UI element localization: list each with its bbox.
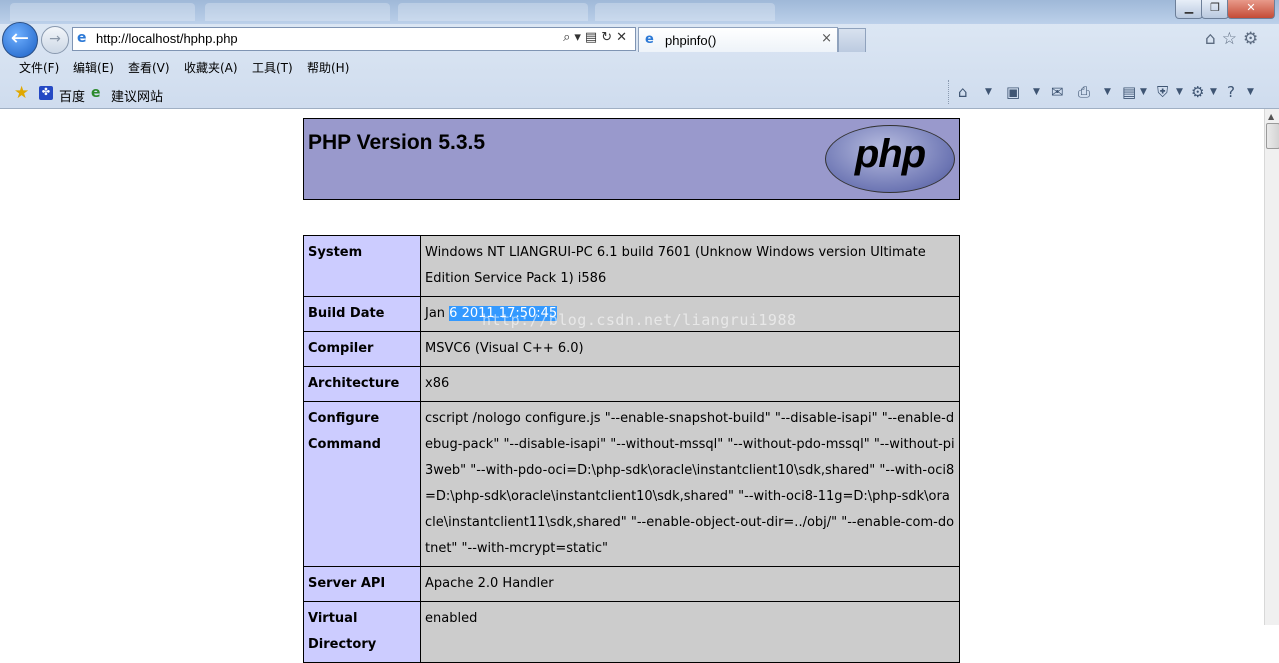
value-text: Jan (425, 306, 450, 321)
browser-chrome: ▁ ❐ ✕ ← → e http://localhost/hphp.php ⌕▾… (0, 0, 1279, 109)
table-row: Compiler MSVC6 (Visual C++ 6.0) (303, 331, 960, 367)
print-icon[interactable]: ⎙ (1078, 83, 1090, 101)
row-value: enabled (420, 601, 960, 663)
address-bar[interactable]: e http://localhost/hphp.php ⌕▾▤↻✕ (72, 27, 636, 51)
dropdown-icon[interactable]: ▼ (1247, 87, 1254, 97)
title-strip: ▁ ❐ ✕ (0, 0, 1279, 24)
maximize-button[interactable]: ❐ (1201, 0, 1229, 19)
php-logo-text: php (854, 132, 926, 176)
row-key: Server API (303, 566, 421, 602)
php-logo[interactable]: php (825, 125, 955, 193)
back-button[interactable]: ← (2, 22, 38, 58)
row-key: System (303, 235, 421, 297)
compat-view-icon[interactable]: ▤ (585, 30, 601, 45)
ie-page-icon: e (645, 32, 654, 47)
favorite-link-baidu[interactable]: 百度 (59, 86, 85, 105)
favorite-link-suggested-sites[interactable]: 建议网站 (111, 86, 163, 105)
stop-icon[interactable]: ✕ (616, 30, 631, 45)
dropdown-icon[interactable]: ▾ (574, 30, 585, 45)
menu-tools[interactable]: 工具(T) (252, 59, 293, 76)
menu-bar: 文件(F) 编辑(E) 查看(V) 收藏夹(A) 工具(T) 帮助(H) (0, 56, 1279, 78)
home-icon[interactable]: ⌂ (958, 83, 968, 101)
menu-file[interactable]: 文件(F) (19, 59, 59, 76)
dropdown-icon[interactable]: ▼ (1104, 87, 1111, 97)
baidu-paw-icon: ✤ (39, 86, 53, 100)
table-row: Configure Command cscript /nologo config… (303, 401, 960, 567)
back-arrow-icon: ← (10, 26, 30, 51)
scroll-up-arrow-icon[interactable]: ▲ (1268, 112, 1274, 121)
table-row: System Windows NT LIANGRUI-PC 6.1 build … (303, 235, 960, 297)
home-icon[interactable]: ⌂ (1205, 29, 1222, 49)
background-window-tab (10, 3, 195, 21)
settings-gear-icon[interactable]: ⚙ (1243, 29, 1264, 49)
menu-edit[interactable]: 编辑(E) (73, 59, 114, 76)
dropdown-icon[interactable]: ▼ (1176, 87, 1183, 97)
ie-page-icon: e (91, 85, 101, 101)
row-key: Configure Command (303, 401, 421, 567)
ie-page-icon: e (77, 30, 87, 46)
favorites-star-icon[interactable]: ☆ (1222, 29, 1243, 49)
table-row: Virtual Directory enabled (303, 601, 960, 663)
dropdown-icon[interactable]: ▼ (1140, 87, 1147, 97)
menu-view[interactable]: 查看(V) (128, 59, 170, 76)
new-tab-button[interactable] (838, 28, 866, 52)
search-icon[interactable]: ⌕ (563, 30, 574, 45)
safety-icon[interactable]: ⛨ (1157, 83, 1168, 101)
row-value: x86 (420, 366, 960, 402)
scroll-thumb[interactable] (1266, 123, 1279, 149)
tab-close-icon[interactable]: × (821, 31, 832, 46)
rss-feed-icon[interactable]: ▣ (1006, 83, 1020, 101)
row-value: Windows NT LIANGRUI-PC 6.1 build 7601 (U… (420, 235, 960, 297)
php-version-header: PHP Version 5.3.5 php (303, 118, 960, 200)
row-key: Build Date (303, 296, 421, 332)
table-row: Server API Apache 2.0 Handler (303, 566, 960, 602)
read-mail-icon[interactable]: ✉ (1051, 83, 1064, 101)
row-value: MSVC6 (Visual C++ 6.0) (420, 331, 960, 367)
refresh-icon[interactable]: ↻ (601, 30, 616, 45)
row-key: Architecture (303, 366, 421, 402)
row-key: Virtual Directory (303, 601, 421, 663)
tab-phpinfo[interactable]: e phpinfo() × (638, 27, 838, 52)
watermark-text: http://blog.csdn.net/liangrui1988 (482, 311, 797, 329)
menu-help[interactable]: 帮助(H) (307, 59, 349, 76)
forward-button[interactable]: → (41, 26, 69, 54)
dropdown-icon[interactable]: ▼ (1033, 87, 1040, 97)
row-key: Compiler (303, 331, 421, 367)
forward-arrow-icon: → (49, 31, 61, 47)
dropdown-icon[interactable]: ▼ (985, 87, 992, 97)
tab-title: phpinfo() (665, 33, 717, 48)
page-icon[interactable]: ▤ (1122, 83, 1136, 101)
background-window-tab (398, 3, 588, 21)
browser-right-icons: ⌂☆⚙ (1205, 29, 1264, 49)
dropdown-icon[interactable]: ▼ (1210, 87, 1217, 97)
command-bar-separator (948, 80, 951, 104)
background-window-tab (595, 3, 775, 21)
help-icon[interactable]: ? (1227, 83, 1235, 101)
favorites-add-star-icon[interactable]: ★ (14, 83, 29, 103)
address-url[interactable]: http://localhost/hphp.php (96, 31, 238, 46)
table-row: Architecture x86 (303, 366, 960, 402)
row-value: cscript /nologo configure.js "--enable-s… (420, 401, 960, 567)
tools-icon[interactable]: ⚙ (1191, 83, 1204, 101)
address-tools: ⌕▾▤↻✕ (563, 30, 631, 45)
background-window-tab (205, 3, 390, 21)
menu-favorites[interactable]: 收藏夹(A) (184, 59, 238, 76)
row-value: Apache 2.0 Handler (420, 566, 960, 602)
php-version-title: PHP Version 5.3.5 (308, 131, 486, 154)
vertical-scrollbar[interactable]: ▲ (1264, 109, 1279, 625)
phpinfo-table: System Windows NT LIANGRUI-PC 6.1 build … (303, 235, 960, 663)
close-window-button[interactable]: ✕ (1227, 0, 1275, 19)
minimize-button[interactable]: ▁ (1175, 0, 1203, 19)
